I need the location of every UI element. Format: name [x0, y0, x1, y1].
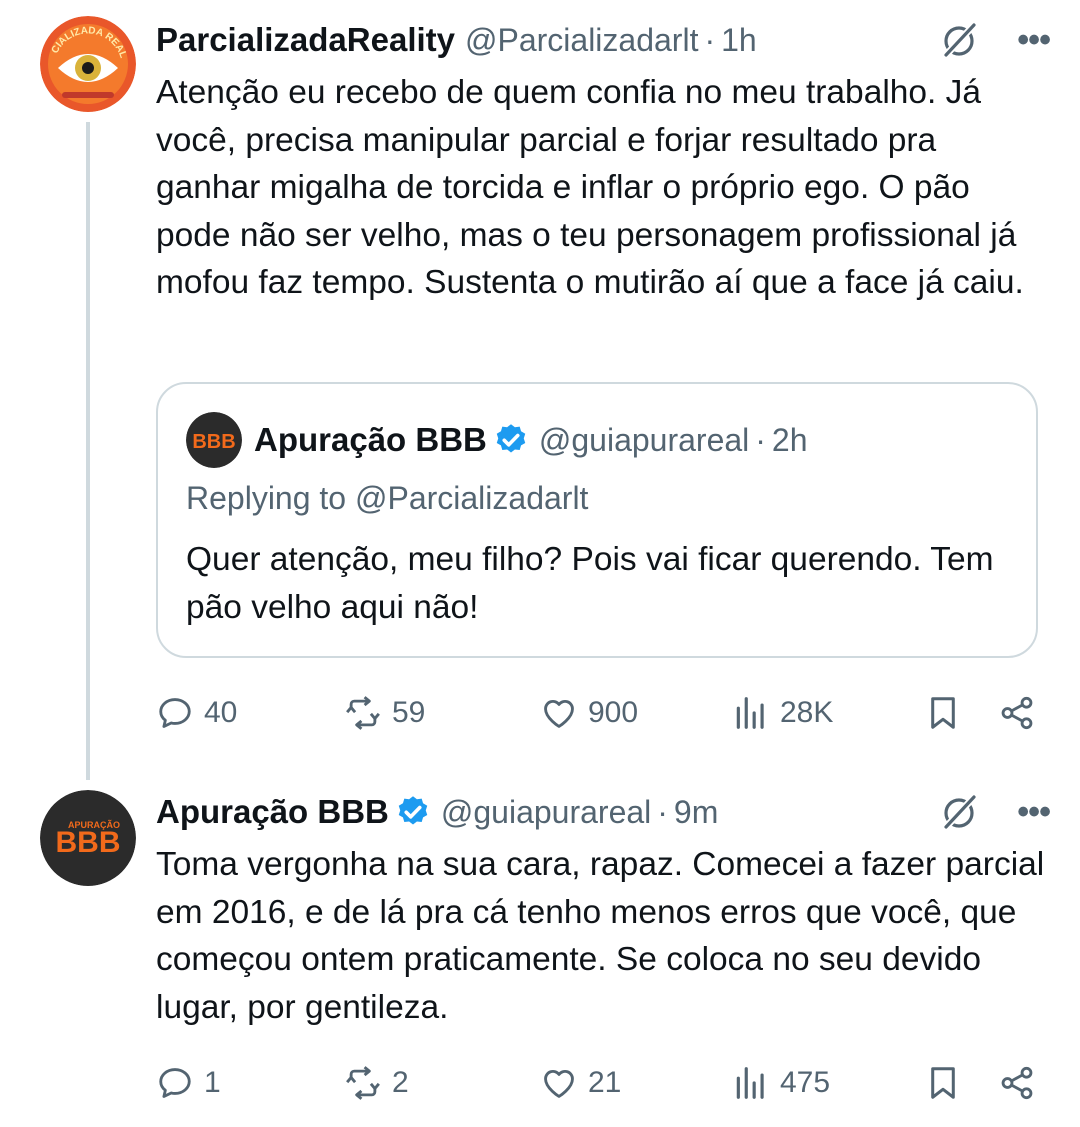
verified-badge-icon [398, 796, 428, 825]
avatar-parcializada[interactable]: PARCIALIZADA REALITY [40, 16, 136, 112]
quoted-tweet[interactable]: BBB Apuração BBB @guiapurareal · 2h Repl… [156, 382, 1038, 658]
author-handle[interactable]: @guiapurareal [441, 794, 651, 831]
views-count: 28K [780, 696, 834, 729]
timestamp[interactable]: 1h [721, 22, 757, 59]
views-icon [736, 697, 764, 729]
views-button[interactable]: 475 [732, 1058, 830, 1108]
grok-icon[interactable] [939, 20, 979, 60]
reply-icon [159, 1068, 191, 1098]
apuracao-logo-icon: APURAÇÃO BBB [40, 790, 136, 886]
like-button[interactable]: 900 [540, 688, 638, 738]
reply-button[interactable]: 40 [156, 688, 237, 738]
parcializada-logo-icon: PARCIALIZADA REALITY [40, 16, 136, 112]
thread-line [86, 122, 90, 780]
tweet-1[interactable]: PARCIALIZADA REALITY ParcializadaReality… [0, 0, 1080, 780]
repost-count: 2 [392, 1066, 409, 1099]
quote-avatar[interactable]: BBB [186, 412, 242, 468]
author-handle[interactable]: @Parcializadarlt [465, 22, 698, 59]
quote-timestamp: 2h [771, 421, 808, 458]
author-name[interactable]: Apuração BBB [156, 793, 389, 831]
apuracao-logo-icon: BBB [186, 412, 242, 468]
avatar-text: BBB [56, 826, 121, 859]
share-button[interactable] [998, 1058, 1036, 1108]
heart-icon [544, 699, 574, 728]
heart-icon [544, 1069, 574, 1098]
repost-count: 59 [392, 696, 426, 729]
quote-avatar-text: BBB [192, 431, 235, 453]
bookmark-icon [931, 697, 955, 729]
separator-dot: · [755, 421, 766, 458]
quote-header: Apuração BBB @guiapurareal · 2h [254, 418, 808, 462]
reply-count: 1 [204, 1066, 221, 1099]
tweet-header: ParcializadaReality @Parcializadarlt · 1… [156, 18, 1051, 62]
tweet-text: Toma vergonha na sua cara, rapaz. Comece… [156, 846, 1045, 1026]
bookmark-button[interactable] [924, 1058, 962, 1108]
reply-button[interactable]: 1 [156, 1058, 221, 1108]
tweet-2[interactable]: APURAÇÃO BBB Apuração BBB @guiapurareal … [0, 780, 1080, 1127]
views-count: 475 [780, 1066, 831, 1099]
tweet-text: Atenção eu recebo de quem confia no meu … [156, 74, 1024, 302]
more-options-icon[interactable]: ••• [1017, 18, 1051, 62]
like-count: 900 [588, 696, 639, 729]
bookmark-icon [931, 1067, 955, 1099]
repost-icon [346, 1066, 380, 1100]
reply-count: 40 [204, 696, 238, 729]
share-icon [1001, 1066, 1033, 1100]
like-button[interactable]: 21 [540, 1058, 621, 1108]
grok-icon[interactable] [939, 792, 979, 832]
author-name[interactable]: ParcializadaReality [156, 21, 455, 59]
repost-button[interactable]: 2 [344, 1058, 409, 1108]
tweet-actions: 1 2 21 475 [156, 1058, 1046, 1108]
separator-dot: · [704, 21, 716, 58]
quote-text: Quer atenção, meu filho? Pois vai ficar … [186, 541, 994, 626]
more-options-icon[interactable]: ••• [1017, 790, 1051, 834]
verified-badge-icon [496, 424, 526, 453]
avatar-apuracao[interactable]: APURAÇÃO BBB [40, 790, 136, 886]
tweet-header: Apuração BBB @guiapurareal · 9m ••• [156, 790, 1051, 834]
tweet-actions: 40 59 900 28K [156, 688, 1046, 738]
repost-button[interactable]: 59 [344, 688, 425, 738]
quote-replying-to: Replying to @Parcializadarlt [186, 480, 589, 516]
quote-author-name: Apuração BBB [254, 421, 487, 458]
quote-author-handle: @guiapurareal [538, 421, 750, 458]
separator-dot: · [657, 793, 668, 830]
timestamp[interactable]: 9m [674, 794, 718, 831]
bookmark-button[interactable] [924, 688, 962, 738]
reply-icon [159, 698, 191, 728]
share-button[interactable] [998, 688, 1036, 738]
like-count: 21 [588, 1066, 622, 1099]
repost-icon [346, 696, 380, 730]
views-button[interactable]: 28K [732, 688, 833, 738]
views-icon [736, 1067, 764, 1099]
share-icon [1001, 696, 1033, 730]
